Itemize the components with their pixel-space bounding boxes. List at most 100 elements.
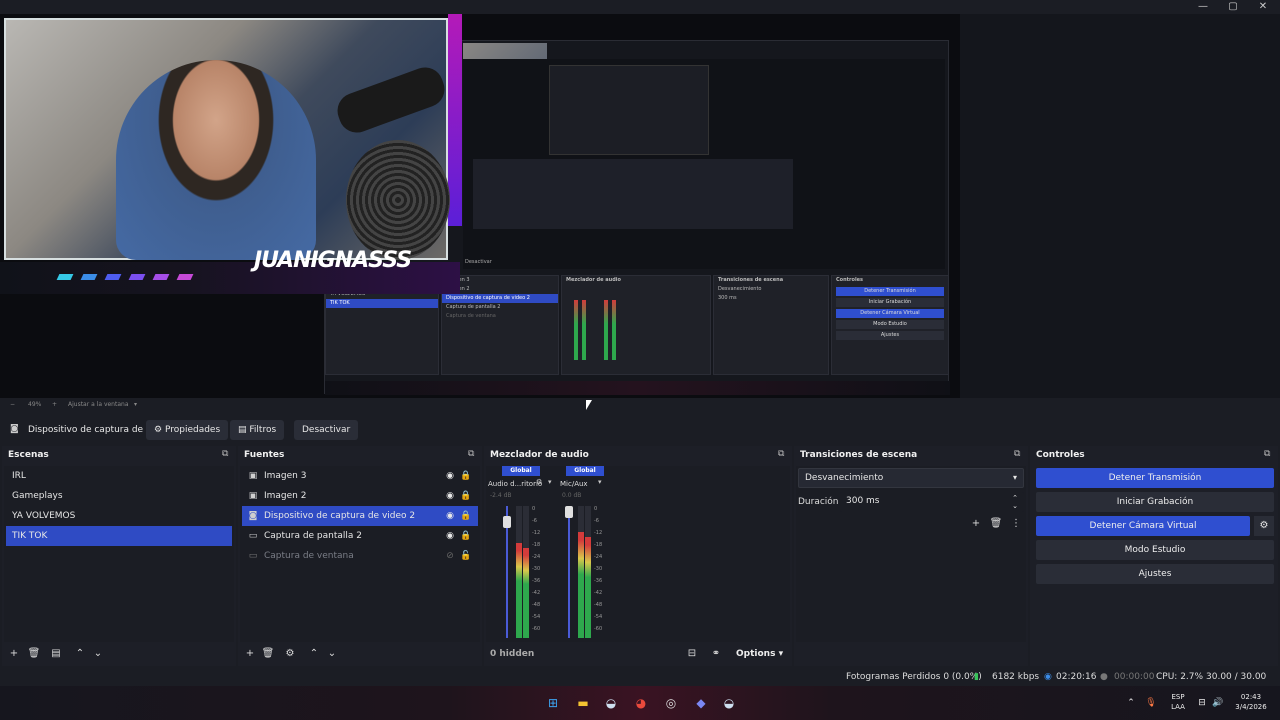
arrow-down-icon[interactable]: ⌄ xyxy=(90,644,106,664)
more-icon[interactable]: ⋮ xyxy=(1008,514,1024,534)
source-item[interactable]: ▭ Captura de ventana ⊘ 🔓 xyxy=(242,546,478,566)
meter-scale: 0 -6 -12 -18 -24 -30 -36 -42 -48 -54 -60 xyxy=(594,504,606,640)
tray-chevron-icon[interactable]: ⌃ xyxy=(1124,686,1138,720)
eye-icon[interactable]: ◉ xyxy=(444,526,456,546)
eye-icon[interactable]: ◉ xyxy=(444,506,456,526)
maximize-icon[interactable]: ▢ xyxy=(1218,0,1248,14)
sources-toolbar: + 🗑 ⚙ ⌃ ⌄ xyxy=(240,644,480,664)
hidden-count[interactable]: 0 hidden xyxy=(490,644,534,664)
file-explorer-icon[interactable]: ▬ xyxy=(574,694,592,712)
source-item[interactable]: ▣ Imagen 3 ◉ 🔒 xyxy=(242,466,478,486)
keyboard-layout: LAA xyxy=(1171,703,1185,711)
meter-scale-label: -30 xyxy=(594,566,603,572)
volume-fader[interactable] xyxy=(565,506,573,638)
trash-icon[interactable]: 🗑 xyxy=(988,514,1004,534)
discord-icon[interactable]: ◆ xyxy=(692,694,710,712)
unlock-icon[interactable]: 🔓 xyxy=(460,546,472,566)
meter-scale: 0 -6 -12 -18 -24 -30 -36 -42 -48 -54 -60 xyxy=(532,504,544,640)
preview-panel[interactable]: Desactivar YA VOLVEMOS TIK TOK Imagen 3 … xyxy=(0,14,1280,398)
steam-icon[interactable]: ◒ xyxy=(720,694,738,712)
zoom-minus-icon[interactable]: − xyxy=(10,398,15,412)
microphone-icon[interactable]: 🎙 xyxy=(1144,686,1158,720)
preview-canvas[interactable]: Desactivar YA VOLVEMOS TIK TOK Imagen 3 … xyxy=(0,14,960,398)
language-code: ESP xyxy=(1171,693,1185,701)
meter-scale-label: -18 xyxy=(532,542,541,548)
settings-button[interactable]: Ajustes xyxy=(1036,564,1274,584)
start-recording-button[interactable]: Iniciar Grabación xyxy=(1036,492,1274,512)
volume-icon[interactable]: 🔊 xyxy=(1210,686,1226,720)
minimize-icon[interactable]: — xyxy=(1188,0,1218,14)
chevron-down-icon[interactable]: ▾ xyxy=(598,478,602,486)
scene-item[interactable]: IRL xyxy=(6,466,232,486)
eye-icon[interactable]: ◉ xyxy=(444,486,456,506)
nested-mixer-title: Mezclador de audio xyxy=(566,277,621,283)
eye-icon[interactable]: ◉ xyxy=(444,466,456,486)
arrow-up-icon[interactable]: ⌃ xyxy=(306,644,322,664)
clock[interactable]: 02:43 3/4/2026 xyxy=(1228,692,1274,716)
volume-fader[interactable] xyxy=(503,506,511,638)
trash-icon[interactable]: 🗑 xyxy=(26,644,42,664)
gear-icon[interactable]: ⚙ xyxy=(1254,516,1274,536)
duration-input[interactable]: 300 ms ⌃ ⌄ xyxy=(840,492,1024,512)
source-item[interactable]: ◙ Dispositivo de captura de video 2 ◉ 🔒 xyxy=(242,506,478,526)
arrow-down-icon[interactable]: ⌄ xyxy=(324,644,340,664)
windows-start-icon[interactable]: ⊞ xyxy=(544,694,562,712)
add-icon[interactable]: + xyxy=(6,644,22,664)
properties-button[interactable]: ⚙ Propiedades xyxy=(146,420,229,440)
gear-icon[interactable]: ⚙ xyxy=(536,478,542,486)
zoom-fit[interactable]: Ajustar a la ventana xyxy=(68,398,129,412)
add-icon[interactable]: + xyxy=(968,514,984,534)
transition-select[interactable]: Desvanecimiento ▾ xyxy=(798,468,1024,488)
undock-icon[interactable]: ⧉ xyxy=(1014,449,1024,459)
trash-icon[interactable]: 🗑 xyxy=(260,644,276,664)
source-item[interactable]: ▭ Captura de pantalla 2 ◉ 🔒 xyxy=(242,526,478,546)
nested-source-item: Captura de pantalla 2 xyxy=(446,304,501,310)
lock-icon[interactable]: 🔒 xyxy=(460,506,472,526)
nested-meter xyxy=(582,300,586,360)
close-icon[interactable]: ✕ xyxy=(1248,0,1278,14)
undock-icon[interactable]: ⧉ xyxy=(778,449,788,459)
stop-virtual-camera-button[interactable]: Detener Cámara Virtual xyxy=(1036,516,1250,536)
network-icon[interactable]: ⊟ xyxy=(1194,686,1210,720)
arrow-up-icon[interactable]: ⌃ xyxy=(72,644,88,664)
deactivate-button[interactable]: Desactivar xyxy=(294,420,359,440)
language-indicator[interactable]: ESP LAA xyxy=(1166,692,1190,716)
layout-icon[interactable]: ⊟ xyxy=(684,644,700,664)
undock-icon[interactable]: ⧉ xyxy=(1264,449,1274,459)
filter-icon[interactable]: ▤ xyxy=(48,644,64,664)
zoom-level: 49% xyxy=(28,401,42,408)
scene-item[interactable]: Gameplays xyxy=(6,486,232,506)
undock-icon[interactable]: ⧉ xyxy=(468,449,478,459)
link-icon[interactable]: ⚭ xyxy=(708,644,724,664)
filters-button[interactable]: ▤ Filtros xyxy=(230,420,285,440)
meter-fill xyxy=(585,536,591,638)
steam-icon[interactable]: ◒ xyxy=(602,694,620,712)
level-meter xyxy=(578,506,584,638)
add-icon[interactable]: + xyxy=(242,644,258,664)
lock-icon[interactable]: 🔒 xyxy=(460,526,472,546)
stop-stream-button[interactable]: Detener Transmisión xyxy=(1036,468,1274,488)
chrome-icon[interactable]: ◕ xyxy=(632,694,650,712)
lock-icon[interactable]: 🔒 xyxy=(460,486,472,506)
meter-fill xyxy=(578,532,584,638)
fader-knob[interactable] xyxy=(565,506,573,518)
chevron-down-icon[interactable]: ▾ xyxy=(548,478,552,486)
spin-down-icon[interactable]: ⌄ xyxy=(1012,497,1018,515)
lock-icon[interactable]: 🔒 xyxy=(460,466,472,486)
clock-time: 02:43 xyxy=(1240,693,1262,701)
obs-icon[interactable]: ◎ xyxy=(662,694,680,712)
eye-hidden-icon[interactable]: ⊘ xyxy=(444,546,456,566)
zoom-plus-icon[interactable]: + xyxy=(52,398,57,412)
fader-knob[interactable] xyxy=(503,516,511,528)
scene-item[interactable]: TIK TOK xyxy=(6,526,232,546)
dropped-frames: Fotogramas Perdidos 0 (0.0%) xyxy=(846,672,982,682)
scenes-title: Escenas xyxy=(2,446,236,464)
gear-icon[interactable]: ⚙ xyxy=(282,644,298,664)
nested-controls: Controles Detener Transmisión Iniciar Gr… xyxy=(831,275,949,375)
source-item[interactable]: ▣ Imagen 2 ◉ 🔒 xyxy=(242,486,478,506)
studio-mode-button[interactable]: Modo Estudio xyxy=(1036,540,1274,560)
options-button[interactable]: Options ▾ xyxy=(736,644,783,664)
undock-icon[interactable]: ⧉ xyxy=(222,449,232,459)
chevron-down-icon[interactable]: ▾ xyxy=(134,398,137,412)
scene-item[interactable]: YA VOLVEMOS xyxy=(6,506,232,526)
